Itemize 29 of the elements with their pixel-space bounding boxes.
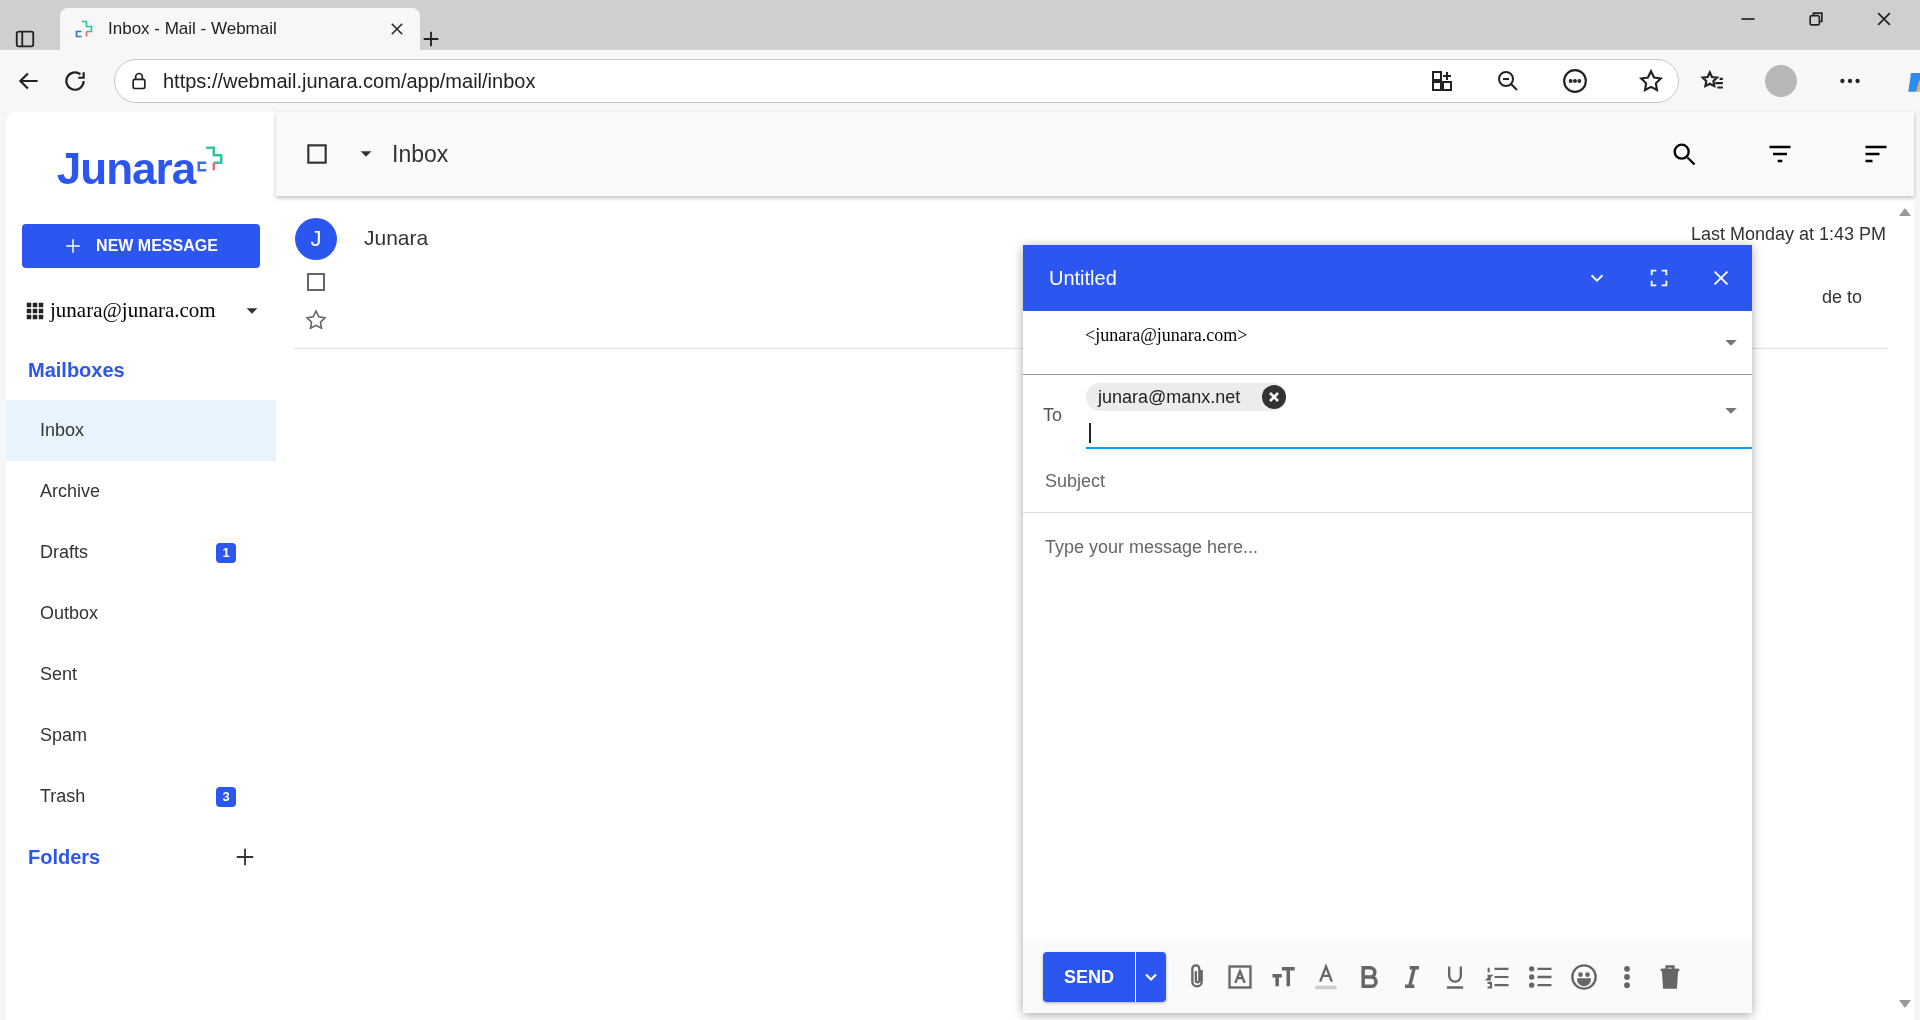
section-heading: Folders (28, 845, 101, 869)
sender-name: Junara (364, 226, 429, 249)
mailbox-item[interactable]: Drafts 1 (6, 522, 276, 583)
address-bar[interactable]: https://webmail.junara.com/app/mail/inbox (114, 59, 1679, 103)
recipient-chip[interactable]: junara@manx.net (1086, 383, 1287, 411)
mailbox-item[interactable]: Trash 3 (6, 766, 276, 827)
message-date: Last Monday at 1:43 PM (1690, 224, 1886, 245)
mailbox-item[interactable]: Sent (6, 644, 276, 705)
message-body-field[interactable]: Type your message here... (1043, 535, 1732, 923)
subject-field[interactable]: Subject (1043, 470, 1732, 493)
field-label: To (1043, 405, 1062, 427)
logo-text: Junara (56, 144, 196, 194)
compose-title: Untitled (1049, 266, 1118, 290)
message-preview: de to (1821, 287, 1862, 308)
mailbox-item[interactable]: Spam (6, 705, 276, 766)
browser-tab[interactable]: Inbox - Mail - Webmail (60, 8, 420, 50)
mailbox-item[interactable]: Outbox (6, 583, 276, 644)
count-badge: 1 (216, 542, 236, 563)
from-field[interactable]: <junara@junara.com> (1085, 325, 1248, 346)
section-heading: Mailboxes (28, 358, 125, 382)
recipient-field[interactable]: junara@manx.net (1086, 383, 1752, 449)
mailbox-item[interactable]: Inbox (6, 400, 276, 461)
folder-title: Inbox (392, 140, 450, 168)
sender-avatar: J (295, 218, 337, 260)
mailbox-item[interactable]: Archive (6, 461, 276, 522)
account-selector[interactable]: junara@junara.com (50, 298, 238, 323)
count-badge: 3 (216, 786, 236, 807)
send-button[interactable]: SEND (1043, 952, 1135, 1002)
new-message-button[interactable]: NEW MESSAGE (22, 224, 260, 268)
